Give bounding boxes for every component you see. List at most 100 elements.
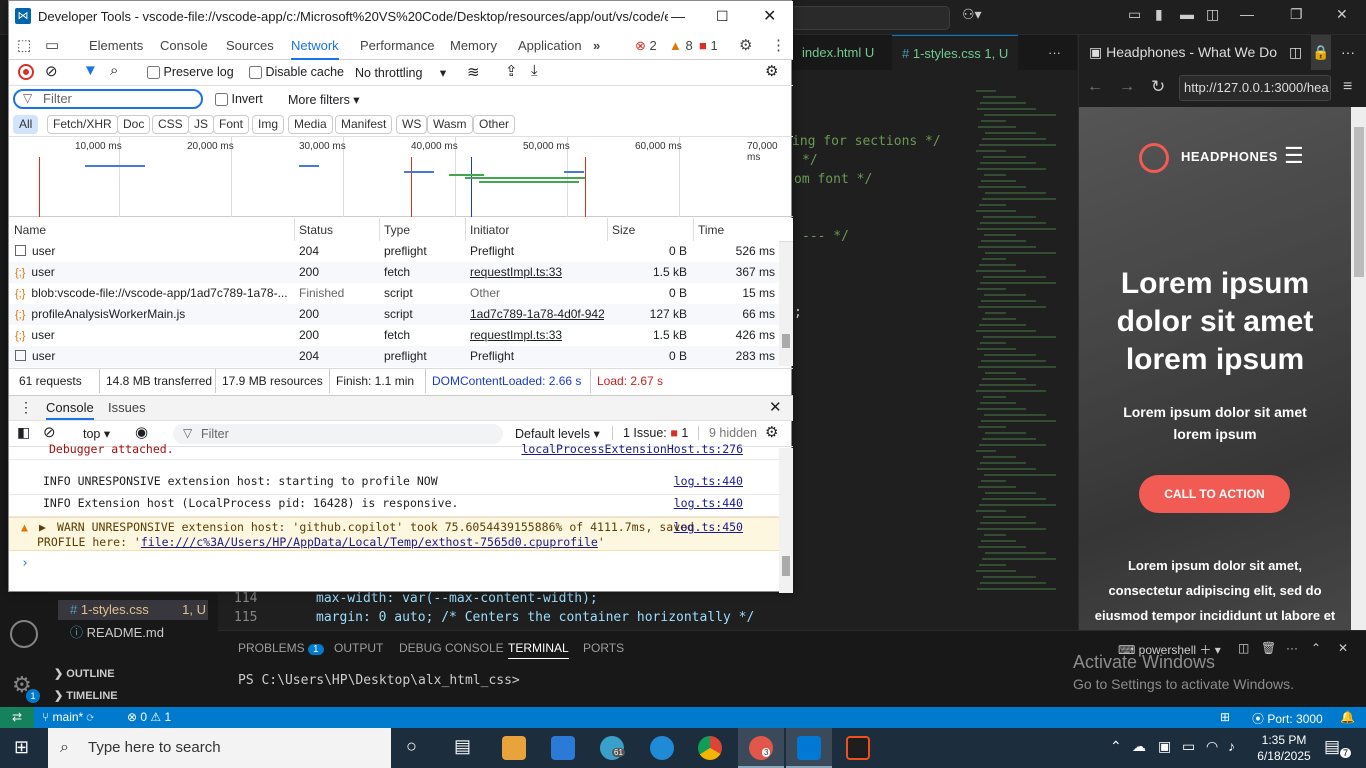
tab-index-html[interactable]: index.html U xyxy=(792,35,884,70)
taskbar-app-active[interactable]: 3 xyxy=(738,728,784,768)
scrollbar-thumb[interactable] xyxy=(1354,127,1364,277)
error-counter[interactable]: ⊗ 2 xyxy=(635,32,657,60)
forward-icon[interactable]: → xyxy=(1119,78,1135,96)
tab-debug-console[interactable]: DEBUG CONSOLE xyxy=(399,641,504,655)
filter-font[interactable]: Font xyxy=(213,115,250,134)
network-overview[interactable]: 10,000 ms 20,000 ms 30,000 ms 40,000 ms … xyxy=(9,137,793,217)
tab-problems[interactable]: PROBLEMS 1 xyxy=(238,641,324,655)
tab-output[interactable]: OUTPUT xyxy=(334,641,383,655)
cell-initiator[interactable]: 1ad7c789-1a78-4d0f-9427 xyxy=(470,307,604,321)
issues-counter[interactable]: ■ 1 xyxy=(699,32,718,60)
preview-more-icon[interactable]: ··· xyxy=(1341,35,1355,70)
invert-checkbox[interactable]: Invert xyxy=(215,92,263,107)
filter-manifest[interactable]: Manifest xyxy=(335,115,393,134)
command-center[interactable] xyxy=(790,6,950,30)
col-initiator[interactable]: Initiator xyxy=(470,223,509,237)
source-link[interactable]: log.ts:440 xyxy=(674,496,743,510)
wifi-icon[interactable]: ◠ xyxy=(1206,738,1218,755)
table-row[interactable]: {;} user 200 fetch requestImpl.ts:33 1.5 kB 36… xyxy=(9,262,779,283)
reload-icon[interactable]: ↻ xyxy=(1151,77,1165,97)
table-row[interactable]: user 204 preflight Preflight 0 B 283 ms xyxy=(9,346,779,367)
url-input[interactable]: http://127.0.0.1:3000/hea xyxy=(1179,75,1331,101)
hamburger-menu-icon[interactable]: ☰ xyxy=(1284,145,1304,167)
console-scrollbar[interactable] xyxy=(779,448,793,593)
record-icon[interactable] xyxy=(18,64,34,80)
filter-doc[interactable]: Doc xyxy=(117,115,151,134)
console-prompt[interactable]: › xyxy=(21,556,29,571)
layout-icon[interactable]: ▭ xyxy=(1128,6,1141,23)
live-expression-eye-icon[interactable]: ◉ xyxy=(135,423,148,441)
close-panel-icon[interactable]: ✕ xyxy=(1338,641,1348,655)
preview-tab[interactable]: ▣ Headphones - What We Do ◫ 🔒 ··· xyxy=(1079,35,1366,70)
timeline-section[interactable]: ❯ TIMELINE xyxy=(54,689,118,702)
volume-icon[interactable]: ♪ xyxy=(1228,738,1235,754)
settings-gear-icon[interactable]: ⚙ xyxy=(739,32,752,60)
filter-all[interactable]: All xyxy=(13,115,39,134)
taskbar-vscode[interactable] xyxy=(786,728,832,768)
scrollbar-thumb[interactable] xyxy=(782,334,790,348)
cell-initiator[interactable]: Other xyxy=(470,286,500,300)
minimap[interactable] xyxy=(972,90,1077,630)
tab-elements[interactable]: Elements xyxy=(89,32,143,60)
col-status[interactable]: Status xyxy=(299,223,333,237)
search-icon[interactable]: ⌕ xyxy=(110,62,118,79)
tray-cloud-icon[interactable]: ☁ xyxy=(1132,738,1146,755)
tab-network[interactable]: Network xyxy=(291,32,339,60)
drawer-menu-icon[interactable]: ⋮ xyxy=(19,399,33,416)
console-settings-icon[interactable]: ⚙ xyxy=(765,423,778,441)
taskbar-search[interactable]: ⌕ Type here to search xyxy=(48,728,391,768)
table-row[interactable]: {;} user 200 fetch requestImpl.ts:33 1.5 kB 42… xyxy=(9,325,779,346)
export-har-icon[interactable]: ⤓ xyxy=(531,62,538,79)
tab-memory[interactable]: Memory xyxy=(450,32,497,60)
outline-section[interactable]: ❯ OUTLINE xyxy=(54,667,115,680)
task-view-icon[interactable]: ▤ xyxy=(454,736,471,757)
source-link[interactable]: log.ts:440 xyxy=(674,474,743,488)
filter-ws[interactable]: WS xyxy=(396,115,428,134)
scrollbar-thumb[interactable] xyxy=(782,556,790,576)
tab-styles-css[interactable]: # 1-styles.css 1, U xyxy=(892,35,1019,70)
kebab-menu-icon[interactable]: ⋮ xyxy=(771,32,786,60)
disable-cache-checkbox[interactable]: Disable cache xyxy=(249,65,344,80)
console-filter-input[interactable]: Filter xyxy=(173,424,503,444)
preserve-log-checkbox[interactable]: Preserve log xyxy=(147,65,234,80)
live-server-icon[interactable]: ⊞ xyxy=(1220,710,1230,724)
context-select[interactable]: top ▾ xyxy=(83,426,110,441)
col-size[interactable]: Size xyxy=(612,223,635,237)
cell-initiator[interactable]: Preflight xyxy=(470,349,514,363)
brand-name[interactable]: HEADPHONES xyxy=(1181,149,1278,164)
file-explorer-icon[interactable] xyxy=(502,736,526,760)
expand-arrow-icon[interactable]: ▶ xyxy=(39,520,46,534)
code-editor[interactable]: ing for sections */ */ om font */ --- */… xyxy=(792,70,972,590)
cta-button[interactable]: CALL TO ACTION xyxy=(1139,475,1290,513)
close-icon[interactable]: ✕ xyxy=(1336,6,1348,23)
explorer-file-readme[interactable]: ⓘ README.md xyxy=(70,622,164,641)
filter-img[interactable]: Img xyxy=(252,115,285,134)
network-conditions-icon[interactable]: ≋ xyxy=(467,63,480,81)
store-icon[interactable] xyxy=(551,736,575,760)
tab-application[interactable]: Application xyxy=(518,32,582,60)
notification-icon[interactable]: ▤ xyxy=(1324,737,1340,757)
cortana-icon[interactable]: ○ xyxy=(406,736,417,757)
sidebar-toggle-icon[interactable]: ◧ xyxy=(17,424,30,441)
filter-input[interactable]: Filter xyxy=(13,89,203,109)
lock-icon[interactable]: 🔒 xyxy=(1311,35,1331,70)
remote-icon[interactable]: ⇄ xyxy=(0,707,34,728)
cell-initiator[interactable]: requestImpl.ts:33 xyxy=(470,265,562,279)
branch-indicator[interactable]: ⑂ main* ⟳ xyxy=(42,710,94,724)
profile-file-link[interactable]: file:///c%3A/Users/HP/AppData/Local/Temp… xyxy=(141,535,598,549)
account-icon[interactable] xyxy=(10,620,38,648)
drawer-tab-issues[interactable]: Issues xyxy=(108,396,146,420)
inspect-icon[interactable]: ⬚ xyxy=(17,32,31,60)
more-tabs-icon[interactable]: » xyxy=(593,32,600,60)
tab-console[interactable]: Console xyxy=(160,32,208,60)
terminal-prompt[interactable]: PS C:\Users\HP\Desktop\alx_html_css> xyxy=(238,673,520,688)
cell-initiator[interactable]: Preflight xyxy=(470,244,514,258)
import-har-icon[interactable]: ⇪ xyxy=(505,62,518,80)
drawer-tab-console[interactable]: Console xyxy=(46,396,94,420)
chrome-icon[interactable] xyxy=(698,736,722,760)
minimize-icon[interactable]: — xyxy=(1240,6,1254,22)
col-time[interactable]: Time xyxy=(698,223,724,237)
windows-start-icon[interactable]: ⊞ xyxy=(14,737,29,758)
tab-ports[interactable]: PORTS xyxy=(583,641,624,655)
col-type[interactable]: Type xyxy=(384,223,410,237)
